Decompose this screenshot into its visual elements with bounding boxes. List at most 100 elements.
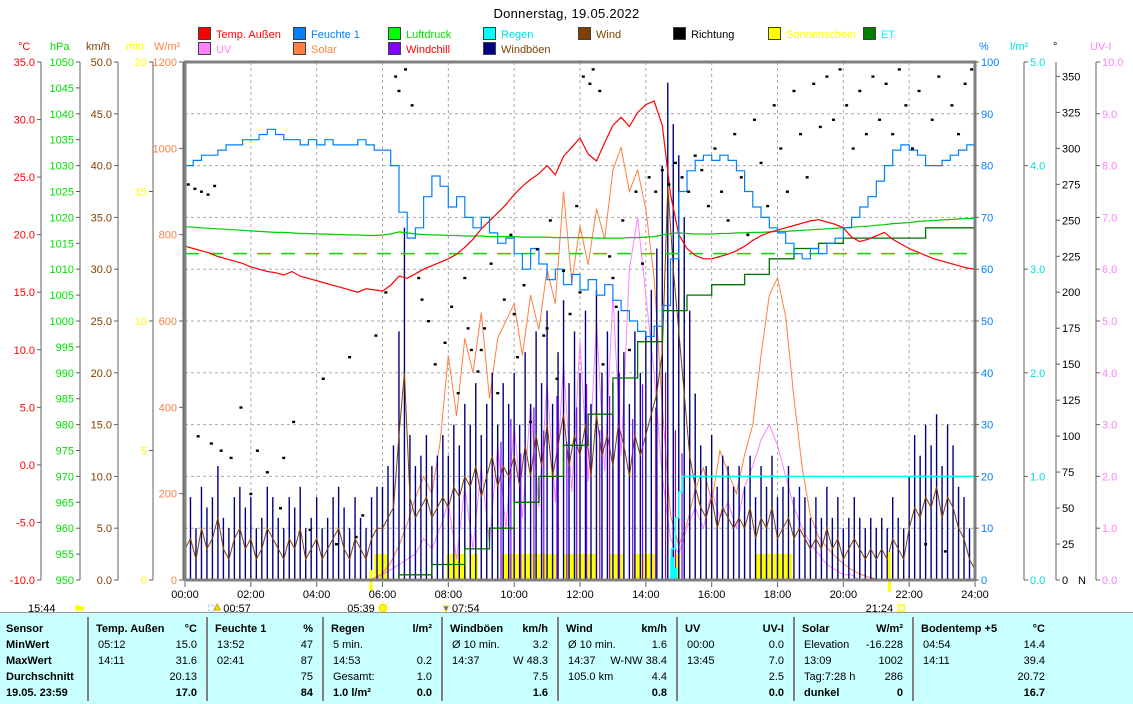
direction-dot	[579, 291, 582, 293]
tick-label: 10	[135, 316, 147, 328]
direction-dot	[467, 327, 470, 329]
tick-label: 1045	[50, 83, 74, 95]
x-tick-label: 22:00	[895, 589, 923, 601]
tick-label: 30.0	[14, 115, 35, 127]
tick-label: 300	[1062, 143, 1080, 155]
direction-dot	[667, 183, 670, 185]
tick-label: 15.0	[14, 287, 35, 299]
cell-value: 0.0	[331, 687, 432, 700]
table-separator	[206, 617, 208, 701]
axis-header: l/m²	[1010, 41, 1029, 53]
tick-label: 955	[56, 549, 74, 561]
tick-label: 225	[1062, 251, 1080, 263]
direction-dot	[687, 191, 690, 193]
direction-dot	[799, 133, 802, 135]
column-unit: °C	[96, 623, 197, 636]
tick-label: 8.0	[1102, 161, 1117, 173]
tick-label: 4.0	[1030, 161, 1045, 173]
column-unit: km/h	[566, 623, 667, 636]
direction-dot	[773, 104, 776, 106]
tick-label: 5.0	[97, 523, 112, 535]
weather-chart: °C35.030.025.020.015.010.05.00.0-5.0-10.…	[0, 0, 1133, 704]
x-tick-label: 08:00	[435, 589, 463, 601]
cell-value: 7.5	[450, 671, 548, 684]
direction-dot	[592, 68, 595, 70]
tick-label: 0	[171, 575, 177, 587]
direction-dot	[213, 185, 216, 187]
tick-label: 0.0	[1030, 575, 1045, 587]
direction-dot	[444, 342, 447, 344]
row-label: Durchschnitt	[6, 671, 74, 684]
x-tick-label: 02:00	[237, 589, 265, 601]
cell-value: 20.13	[96, 671, 197, 684]
direction-dot	[282, 457, 285, 459]
tick-label: 1200	[153, 57, 177, 69]
weather-day-chart-screen: Donnerstag, 19.05.2022 Temp. AußenFeucht…	[0, 0, 1133, 704]
tick-label: 60	[981, 264, 993, 276]
direction-dot	[937, 75, 940, 77]
sunrise-icon-ray	[378, 603, 379, 604]
row-label: MinWert	[6, 639, 49, 652]
column-unit: %	[215, 623, 313, 636]
direction-dot	[707, 205, 710, 207]
direction-dot	[562, 270, 565, 272]
tick-label: 1020	[50, 212, 74, 224]
direction-dot	[509, 234, 512, 236]
cell-value: 286	[802, 671, 903, 684]
direction-dot	[924, 543, 927, 545]
direction-dot	[615, 306, 618, 308]
cell-value: 3.2	[450, 639, 548, 652]
column-unit: UV-I	[685, 623, 784, 636]
axis-header: %	[979, 41, 989, 53]
tick-label: 1040	[50, 109, 74, 121]
direction-dot	[700, 169, 703, 171]
direction-dot	[549, 219, 552, 221]
tick-label: 10.0	[1102, 57, 1123, 69]
tick-label: 100	[981, 57, 999, 69]
direction-dot	[950, 104, 953, 106]
tick-label: 0.0	[20, 460, 35, 472]
tick-label: 1.0	[1102, 523, 1117, 535]
cell-value: W-NW 38.4	[566, 655, 667, 668]
cell-value: 2.5	[685, 671, 784, 684]
table-separator	[322, 617, 324, 701]
tick-label: 1005	[50, 290, 74, 302]
tick-label: 1000	[153, 143, 177, 155]
tick-label: 150	[1062, 359, 1080, 371]
moon-cloud-icon	[80, 606, 85, 611]
tick-label: 90	[981, 109, 993, 121]
direction-dot	[457, 392, 460, 394]
tick-label: 1015	[50, 238, 74, 250]
direction-dot	[760, 162, 763, 164]
direction-dot	[970, 68, 973, 70]
tick-label: 6.0	[1102, 264, 1117, 276]
cell-value: 1.6	[566, 639, 667, 652]
sunshine-block	[501, 554, 557, 580]
direction-dot	[292, 421, 295, 423]
tick-label: 965	[56, 497, 74, 509]
direction-dot	[634, 191, 637, 193]
cell-value: 1.0	[331, 671, 432, 684]
direction-dot	[964, 83, 967, 85]
tick-label: 7.0	[1102, 212, 1117, 224]
tick-label: 70	[981, 212, 993, 224]
x-tick-label: 10:00	[500, 589, 528, 601]
direction-dot	[355, 536, 358, 538]
direction-dot	[611, 277, 614, 279]
tick-label: 10.0	[91, 471, 112, 483]
tick-label: 200	[159, 489, 177, 501]
table-separator	[793, 617, 795, 701]
direction-dot	[713, 147, 716, 149]
sunshine-block	[610, 554, 625, 580]
direction-dot	[463, 277, 466, 279]
axis-header: W/m²	[154, 41, 181, 53]
direction-dot	[779, 147, 782, 149]
tick-label: 1010	[50, 264, 74, 276]
direction-dot	[529, 421, 532, 423]
direction-dot	[220, 450, 223, 452]
row-label: Sensor	[6, 623, 43, 636]
tick-label: 3.0	[1102, 420, 1117, 432]
stats-table: SensorMinWertMaxWertDurchschnitt19.05. 2…	[0, 612, 1133, 704]
tick-label: 970	[56, 471, 74, 483]
tick-label: 25	[1062, 539, 1074, 551]
